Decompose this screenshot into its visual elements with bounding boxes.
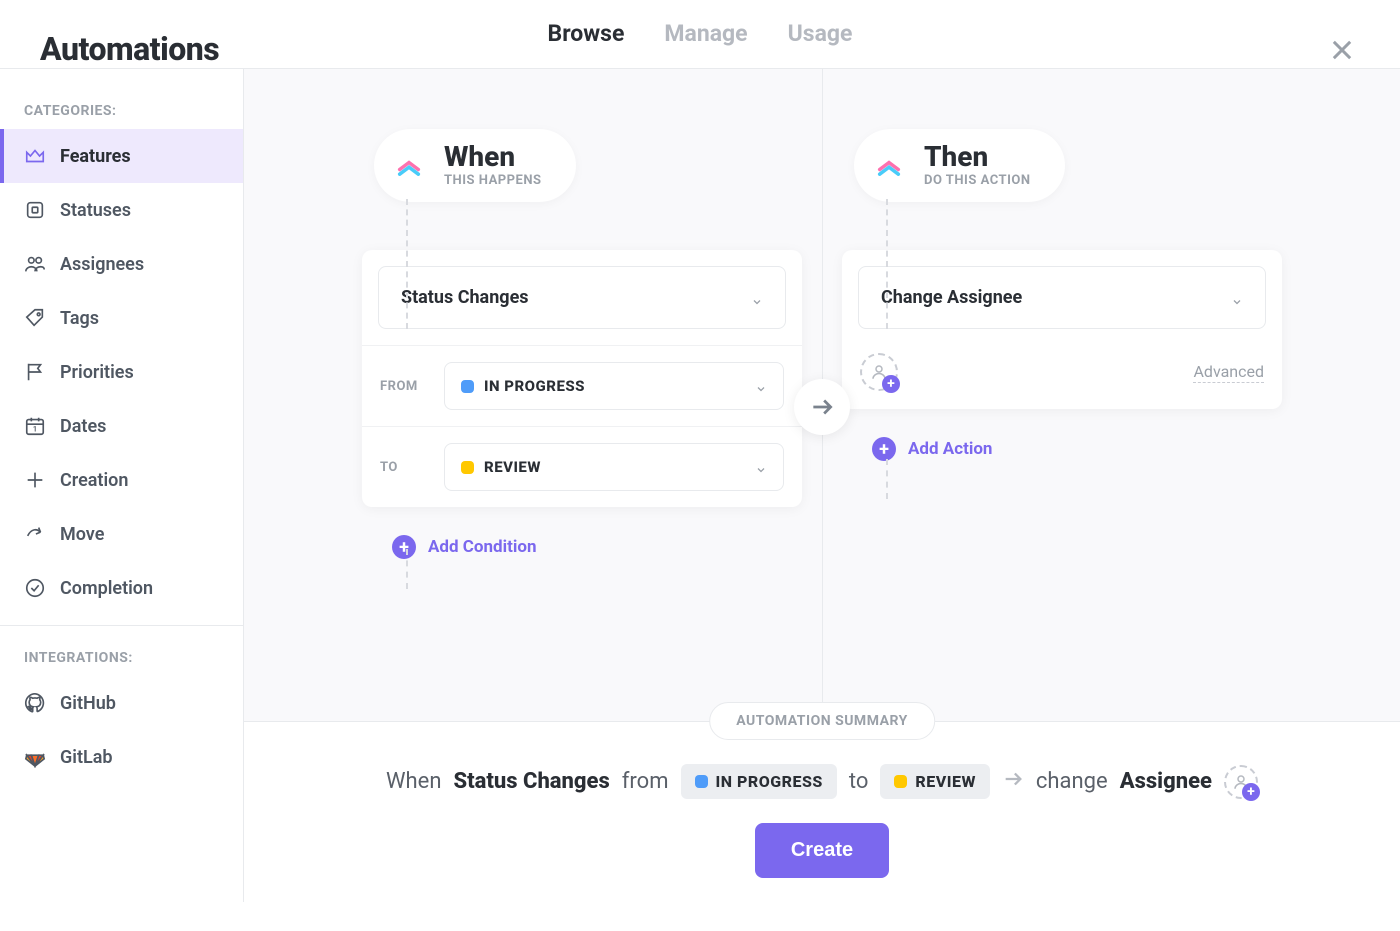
summary-badge: AUTOMATION SUMMARY <box>709 702 935 740</box>
add-action-label: Add Action <box>908 439 992 459</box>
sidebar-item-label: Assignees <box>60 254 144 275</box>
sidebar-item-creation[interactable]: Creation <box>0 453 243 507</box>
github-icon <box>24 692 46 714</box>
sidebar-item-label: Statuses <box>60 200 131 221</box>
sidebar-item-label: GitHub <box>60 693 116 714</box>
tag-icon <box>24 307 46 329</box>
then-header: Then DO THIS ACTION <box>854 129 1065 202</box>
plus-badge-icon: + <box>882 375 900 393</box>
to-status-select[interactable]: REVIEW <box>444 443 784 491</box>
from-status-value: IN PROGRESS <box>484 377 585 395</box>
when-title: When <box>444 143 542 171</box>
from-label: FROM <box>380 379 426 394</box>
sidebar-item-gitlab[interactable]: GitLab <box>0 730 243 784</box>
sidebar-item-label: Tags <box>60 308 99 329</box>
trigger-type-select[interactable]: Status Changes <box>378 266 786 329</box>
plus-circle-icon: + <box>392 535 416 559</box>
close-button[interactable] <box>1328 36 1360 68</box>
sidebar-item-github[interactable]: GitHub <box>0 676 243 730</box>
categories-heading: CATEGORIES: <box>0 93 243 129</box>
when-subtitle: THIS HAPPENS <box>444 173 542 188</box>
flag-icon <box>24 361 46 383</box>
sidebar-item-label: Move <box>60 524 104 545</box>
summary-trigger: Status Changes <box>453 769 609 794</box>
clickup-icon <box>388 145 430 187</box>
chevron-down-icon <box>1231 292 1243 304</box>
sidebar: CATEGORIES: Features Statuses Assignees … <box>0 69 244 902</box>
gitlab-icon <box>24 746 46 768</box>
status-dot <box>461 461 474 474</box>
sidebar-item-label: Dates <box>60 416 106 437</box>
sidebar-item-move[interactable]: Move <box>0 507 243 561</box>
summary-from-chip: IN PROGRESS <box>681 764 837 799</box>
plus-badge-icon: + <box>1242 783 1260 801</box>
sidebar-item-features[interactable]: Features <box>0 129 243 183</box>
summary-to: to <box>849 769 869 794</box>
action-card: Change Assignee + Advanced <box>842 250 1282 409</box>
then-subtitle: DO THIS ACTION <box>924 173 1031 188</box>
status-dot <box>894 775 907 788</box>
sidebar-item-completion[interactable]: Completion <box>0 561 243 615</box>
to-label: TO <box>380 460 426 475</box>
plus-circle-icon: + <box>872 437 896 461</box>
sidebar-item-label: Features <box>60 146 131 167</box>
sidebar-item-priorities[interactable]: Priorities <box>0 345 243 399</box>
sidebar-item-label: Completion <box>60 578 153 599</box>
close-icon <box>1328 36 1356 64</box>
sidebar-item-statuses[interactable]: Statuses <box>0 183 243 237</box>
arrow-connector <box>794 379 850 435</box>
crown-icon <box>24 145 46 167</box>
status-dot <box>695 775 708 788</box>
summary-to-chip: REVIEW <box>880 764 990 799</box>
summary-when: When <box>386 769 441 794</box>
integrations-heading: INTEGRATIONS: <box>0 640 243 676</box>
sidebar-item-label: Creation <box>60 470 128 491</box>
action-type-value: Change Assignee <box>881 287 1022 308</box>
sidebar-item-label: GitLab <box>60 747 113 768</box>
status-dot <box>461 380 474 393</box>
chevron-down-icon <box>755 461 767 473</box>
add-assignee-button[interactable]: + <box>860 353 898 391</box>
calendar-icon: 1 <box>24 415 46 437</box>
add-action-button[interactable]: + Add Action <box>872 437 1282 461</box>
trigger-type-value: Status Changes <box>401 287 529 308</box>
footer: AUTOMATION SUMMARY When Status Changes f… <box>244 721 1400 902</box>
summary-assignee: Assignee <box>1120 769 1212 794</box>
people-icon <box>24 253 46 275</box>
summary-assignee-avatar[interactable]: + <box>1224 765 1258 799</box>
summary-change: change <box>1036 769 1108 794</box>
to-status-value: REVIEW <box>484 458 541 476</box>
sidebar-item-assignees[interactable]: Assignees <box>0 237 243 291</box>
when-header: When THIS HAPPENS <box>374 129 576 202</box>
then-title: Then <box>924 143 1031 171</box>
status-icon <box>24 199 46 221</box>
svg-text:1: 1 <box>33 425 37 434</box>
summary-from: from <box>622 769 669 794</box>
clickup-icon <box>868 145 910 187</box>
chevron-down-icon <box>751 292 763 304</box>
trigger-card: Status Changes FROM IN PROGRESS <box>362 250 802 507</box>
check-circle-icon <box>24 577 46 599</box>
when-column: When THIS HAPPENS Status Changes FROM <box>362 129 802 559</box>
share-icon <box>24 523 46 545</box>
create-button[interactable]: Create <box>755 823 889 878</box>
sidebar-item-tags[interactable]: Tags <box>0 291 243 345</box>
plus-icon <box>24 469 46 491</box>
add-condition-button[interactable]: + Add Condition <box>392 535 802 559</box>
page-title: Automations <box>40 30 219 68</box>
add-condition-label: Add Condition <box>428 537 536 557</box>
then-column: Then DO THIS ACTION Change Assignee + <box>842 129 1282 461</box>
arrow-right-icon <box>1002 768 1024 796</box>
action-type-select[interactable]: Change Assignee <box>858 266 1266 329</box>
sidebar-item-dates[interactable]: 1 Dates <box>0 399 243 453</box>
from-status-select[interactable]: IN PROGRESS <box>444 362 784 410</box>
main-panel: When THIS HAPPENS Status Changes FROM <box>244 69 1400 902</box>
sidebar-item-label: Priorities <box>60 362 134 383</box>
chevron-down-icon <box>755 380 767 392</box>
advanced-link[interactable]: Advanced <box>1193 362 1264 383</box>
